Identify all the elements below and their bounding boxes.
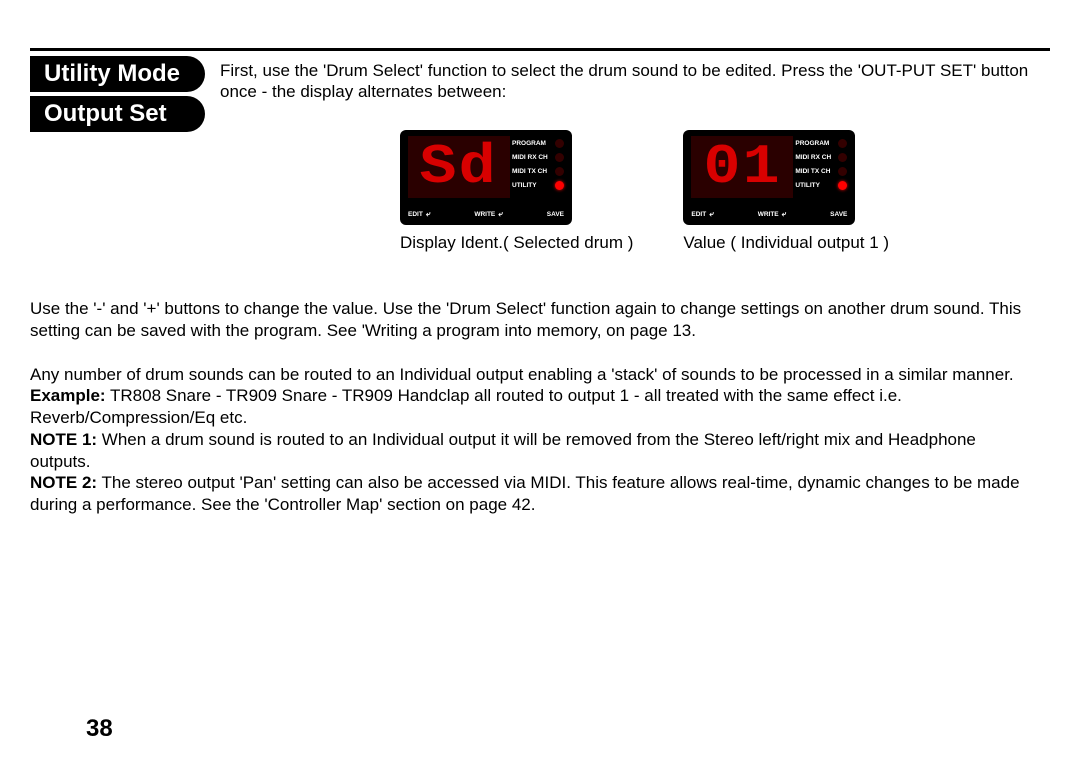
label-edit: EDIT	[691, 211, 706, 218]
enter-icon: ⤶	[426, 209, 430, 219]
led-utility	[555, 181, 564, 190]
display-2-caption: Value ( Individual output 1 )	[683, 233, 889, 253]
label-program: PROGRAM	[512, 140, 546, 147]
example-text: TR808 Snare - TR909 Snare - TR909 Handcl…	[30, 386, 902, 427]
page-number: 38	[86, 715, 113, 743]
display-2-bottom-labels: EDIT⤶ WRITE⤶ SAVE	[691, 209, 847, 219]
paragraph-1: Use the '-' and '+' buttons to change th…	[30, 298, 1040, 342]
display-1-side-labels: PROGRAM MIDI RX CH MIDI TX CH UTILITY	[512, 138, 564, 191]
note2-label: NOTE 2:	[30, 473, 97, 492]
label-write: WRITE	[758, 211, 779, 218]
led-utility	[838, 181, 847, 190]
display-1-bottom-labels: EDIT⤶ WRITE⤶ SAVE	[408, 209, 564, 219]
label-save: SAVE	[547, 211, 564, 218]
display-1-caption: Display Ident.( Selected drum )	[400, 233, 633, 253]
label-midi-rx: MIDI RX CH	[795, 154, 831, 161]
heading-line-1: Utility Mode	[30, 56, 205, 92]
label-midi-tx: MIDI TX CH	[795, 168, 830, 175]
enter-icon: ⤶	[709, 209, 713, 219]
led-midi-rx	[838, 153, 847, 162]
segment-value-2: 01	[703, 139, 781, 195]
led-program	[555, 139, 564, 148]
note1-text: When a drum sound is routed to an Indivi…	[30, 430, 976, 471]
segment-display-1: Sd	[408, 136, 510, 198]
label-write: WRITE	[474, 211, 495, 218]
body-text: Use the '-' and '+' buttons to change th…	[30, 298, 1040, 516]
intro-paragraph: First, use the 'Drum Select' function to…	[220, 60, 1040, 103]
label-midi-tx: MIDI TX CH	[512, 168, 547, 175]
label-save: SAVE	[830, 211, 847, 218]
top-rule	[30, 48, 1050, 51]
led-midi-tx	[838, 167, 847, 176]
label-edit: EDIT	[408, 211, 423, 218]
label-program: PROGRAM	[795, 140, 829, 147]
heading-line-2: Output Set	[30, 96, 205, 132]
display-1: Sd PROGRAM MIDI RX CH MIDI TX CH UTILITY…	[400, 130, 572, 225]
display-2-column: 01 PROGRAM MIDI RX CH MIDI TX CH UTILITY…	[683, 130, 889, 253]
led-program	[838, 139, 847, 148]
example-label: Example:	[30, 386, 106, 405]
display-2: 01 PROGRAM MIDI RX CH MIDI TX CH UTILITY…	[683, 130, 855, 225]
note1-label: NOTE 1:	[30, 430, 97, 449]
label-midi-rx: MIDI RX CH	[512, 154, 548, 161]
label-utility: UTILITY	[795, 182, 820, 189]
enter-icon: ⤶	[498, 209, 502, 219]
section-heading: Utility Mode Output Set	[30, 56, 205, 136]
led-midi-tx	[555, 167, 564, 176]
segment-display-2: 01	[691, 136, 793, 198]
segment-value-1: Sd	[420, 139, 498, 195]
paragraph-2: Any number of drum sounds can be routed …	[30, 364, 1040, 516]
display-1-column: Sd PROGRAM MIDI RX CH MIDI TX CH UTILITY…	[400, 130, 633, 253]
display-figures: Sd PROGRAM MIDI RX CH MIDI TX CH UTILITY…	[400, 130, 889, 253]
led-midi-rx	[555, 153, 564, 162]
para2-intro: Any number of drum sounds can be routed …	[30, 365, 1014, 384]
display-2-side-labels: PROGRAM MIDI RX CH MIDI TX CH UTILITY	[795, 138, 847, 191]
enter-icon: ⤶	[782, 209, 786, 219]
label-utility: UTILITY	[512, 182, 537, 189]
note2-text: The stereo output 'Pan' setting can also…	[30, 473, 1020, 514]
